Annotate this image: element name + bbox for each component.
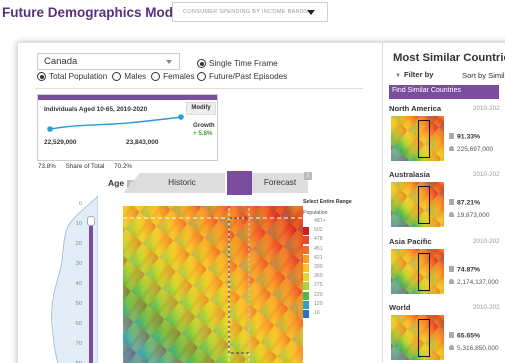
population-heatmap[interactable] <box>123 198 303 363</box>
region-heatmap-thumbnail <box>391 249 444 294</box>
country-dropdown-value: Canada <box>44 56 78 67</box>
info-icon[interactable]: i <box>304 172 312 180</box>
sort-by-dropdown[interactable]: Sort by Simila <box>462 71 505 80</box>
summary-accent-bar <box>38 95 217 100</box>
person-icon <box>449 279 454 284</box>
legend-item: 502 <box>303 226 343 236</box>
timeline-selector: Historic Forecast <box>123 171 308 195</box>
person-icon <box>449 212 454 217</box>
thumbnail-selection-frame <box>418 253 430 291</box>
radio-total-population[interactable]: Total Population <box>37 72 107 81</box>
divider <box>35 88 363 89</box>
filter-by-toggle[interactable]: ▼ Filter by <box>395 70 434 79</box>
timeline-historic[interactable]: Historic <box>139 173 225 193</box>
region-name: Australasia <box>389 170 430 179</box>
legend-item: 369 <box>303 272 343 282</box>
legend-item: 478 <box>303 235 343 245</box>
bar-chart-icon <box>449 332 454 338</box>
person-icon <box>449 146 454 151</box>
legend-item: 487+ <box>303 217 343 226</box>
value-end: 23,843,000 <box>126 139 159 146</box>
radio-females[interactable]: Females <box>151 72 195 81</box>
region-population: 225,697,000 <box>449 146 493 153</box>
value-start: 22,529,000 <box>44 139 77 146</box>
region-match: 74.87% <box>449 266 480 274</box>
radio-checked-icon <box>197 59 206 68</box>
region-name: World <box>389 303 411 312</box>
radio-unchecked-icon <box>197 72 206 81</box>
region-match: 91.33% <box>449 133 480 141</box>
legend-subtitle: Population <box>303 210 328 216</box>
region-match: 87.21% <box>449 199 480 207</box>
caret-down-icon <box>166 60 172 64</box>
share-row: 73.8% Share of Total 70.2% <box>38 163 140 170</box>
similar-countries-panel: Most Similar Countries ▼ Filter by Sort b… <box>382 43 505 363</box>
bar-chart-icon <box>449 266 454 272</box>
timeline-left-taper <box>123 173 140 193</box>
dataset-dropdown[interactable]: CONSUMER SPENDING BY INCOME BANDS <box>172 2 328 22</box>
legend-item: 399 <box>303 263 343 272</box>
dataset-dropdown-label: CONSUMER SPENDING BY INCOME BANDS <box>183 9 309 15</box>
age-range-slider[interactable] <box>89 218 93 363</box>
heatmap-canvas <box>123 198 303 363</box>
growth-value: + 5.8% <box>193 130 213 137</box>
region-range: 2010-202 <box>473 304 500 311</box>
timeline-forecast[interactable]: Forecast <box>252 173 308 193</box>
region-match: 65.65% <box>449 332 480 340</box>
region-range: 2010-202 <box>473 171 500 178</box>
sparkline-start-point <box>47 126 53 132</box>
region-population: 2,174,137,000 <box>449 279 499 286</box>
legend-item: 275 <box>303 281 343 291</box>
radio-single-time-frame[interactable]: Single Time Frame <box>197 59 278 68</box>
region-heatmap-thumbnail <box>391 315 444 360</box>
region-population: 19,873,000 <box>449 212 490 219</box>
region-heatmap-thumbnail <box>391 116 444 161</box>
thumbnail-selection-frame <box>418 319 430 357</box>
caret-down-icon <box>307 10 315 15</box>
legend-item: 451 <box>303 245 343 254</box>
radio-unchecked-icon <box>151 72 161 81</box>
find-similar-countries-button[interactable]: Find Similar Countries <box>389 85 499 99</box>
radio-males[interactable]: Males <box>112 72 146 81</box>
region-heatmap-thumbnail <box>391 182 444 227</box>
bar-chart-icon <box>449 133 454 139</box>
population-radio-group: Total Population Males Females <box>37 72 200 81</box>
country-dropdown[interactable]: Canada <box>37 53 180 70</box>
thumbnail-selection-frame <box>418 120 430 158</box>
bar-chart-icon <box>449 199 454 205</box>
growth-label: Growth <box>193 122 215 129</box>
app-title: Future Demographics Model <box>2 5 185 20</box>
legend-item: 220 <box>303 291 343 300</box>
radio-unchecked-icon <box>112 72 122 81</box>
heatmap-legend: 487+ 502 478 451 421 399 369 275 220 129… <box>303 217 343 318</box>
top-bar: Future Demographics Model CONSUMER SPEND… <box>0 0 505 26</box>
age-slider-handle-min[interactable] <box>87 216 95 226</box>
radio-future-past-episodes[interactable]: Future/Past Episodes <box>197 72 287 81</box>
summary-card: Individuals Aged 10-65, 2010-2020 Modify… <box>37 94 218 161</box>
region-range: 2010-202 <box>473 105 500 112</box>
region-name: North America <box>389 104 442 113</box>
legend-item: 16 <box>303 309 343 318</box>
person-icon <box>449 345 454 350</box>
share-end: 70.2% <box>114 163 132 170</box>
share-start: 73.8% <box>38 163 56 170</box>
chevron-down-icon: ▼ <box>395 73 401 79</box>
radio-checked-icon <box>37 72 46 81</box>
legend-item: 421 <box>303 254 343 263</box>
share-label: Share of Total <box>65 163 105 170</box>
region-population: 5,316,850,000 <box>449 345 499 352</box>
region-name: Asia Pacific <box>389 237 432 246</box>
thumbnail-selection-frame <box>418 186 430 224</box>
sparkline-end-point <box>178 114 184 120</box>
timeline-selected-year[interactable] <box>227 171 252 195</box>
region-range: 2010-202 <box>473 238 500 245</box>
sparkline <box>47 114 184 132</box>
legend-item: 129 <box>303 300 343 309</box>
main-card: Canada Total Population Males Females Si… <box>17 42 505 363</box>
similar-countries-title: Most Similar Countries <box>393 52 505 64</box>
select-entire-range-link[interactable]: Select Entire Range <box>303 199 352 205</box>
modify-button[interactable]: Modify <box>186 102 216 115</box>
